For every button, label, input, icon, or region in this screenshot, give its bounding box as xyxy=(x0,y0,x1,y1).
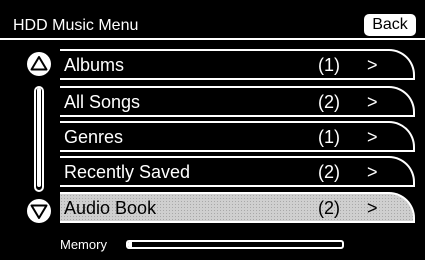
scroll-down-button[interactable] xyxy=(27,199,51,223)
chevron-right-icon: > xyxy=(367,92,378,112)
memory-label: Memory xyxy=(60,237,107,252)
menu-item-label: Albums xyxy=(64,55,125,75)
menu-item-label: Recently Saved xyxy=(64,162,191,182)
triangle-down-icon xyxy=(30,204,48,219)
triangle-up-icon xyxy=(30,56,48,71)
menu-item-genres[interactable]: Genres (1) > xyxy=(60,121,415,152)
header-divider xyxy=(0,38,425,40)
scrollbar-thumb[interactable] xyxy=(37,88,41,187)
memory-bar-fill xyxy=(128,242,133,247)
menu-item-count: (2) xyxy=(318,162,340,182)
chevron-right-icon: > xyxy=(367,55,378,75)
menu-item-count: (2) xyxy=(318,92,340,112)
memory-bar xyxy=(126,240,344,249)
menu-item-audio-book[interactable]: Audio Book (2) > xyxy=(60,192,415,223)
scroll-up-button[interactable] xyxy=(27,52,51,76)
chevron-right-icon: > xyxy=(367,127,378,147)
chevron-right-icon: > xyxy=(367,162,378,182)
hdd-music-menu-screen: HDD Music Menu Back Albums (1) > All Son… xyxy=(0,0,425,260)
back-button[interactable]: Back xyxy=(364,14,416,36)
menu-item-count: (1) xyxy=(318,55,340,75)
scrollbar-track[interactable] xyxy=(34,86,44,192)
menu-item-label: All Songs xyxy=(64,92,141,112)
menu-item-count: (1) xyxy=(318,127,340,147)
menu-item-albums[interactable]: Albums (1) > xyxy=(60,49,415,80)
chevron-right-icon: > xyxy=(367,198,378,218)
page-title: HDD Music Menu xyxy=(13,17,139,34)
menu-item-count: (2) xyxy=(318,198,340,218)
menu-item-label: Audio Book xyxy=(64,198,157,218)
menu-item-label: Genres xyxy=(64,127,124,147)
menu-item-recently-saved[interactable]: Recently Saved (2) > xyxy=(60,156,415,187)
menu-item-all-songs[interactable]: All Songs (2) > xyxy=(60,86,415,117)
